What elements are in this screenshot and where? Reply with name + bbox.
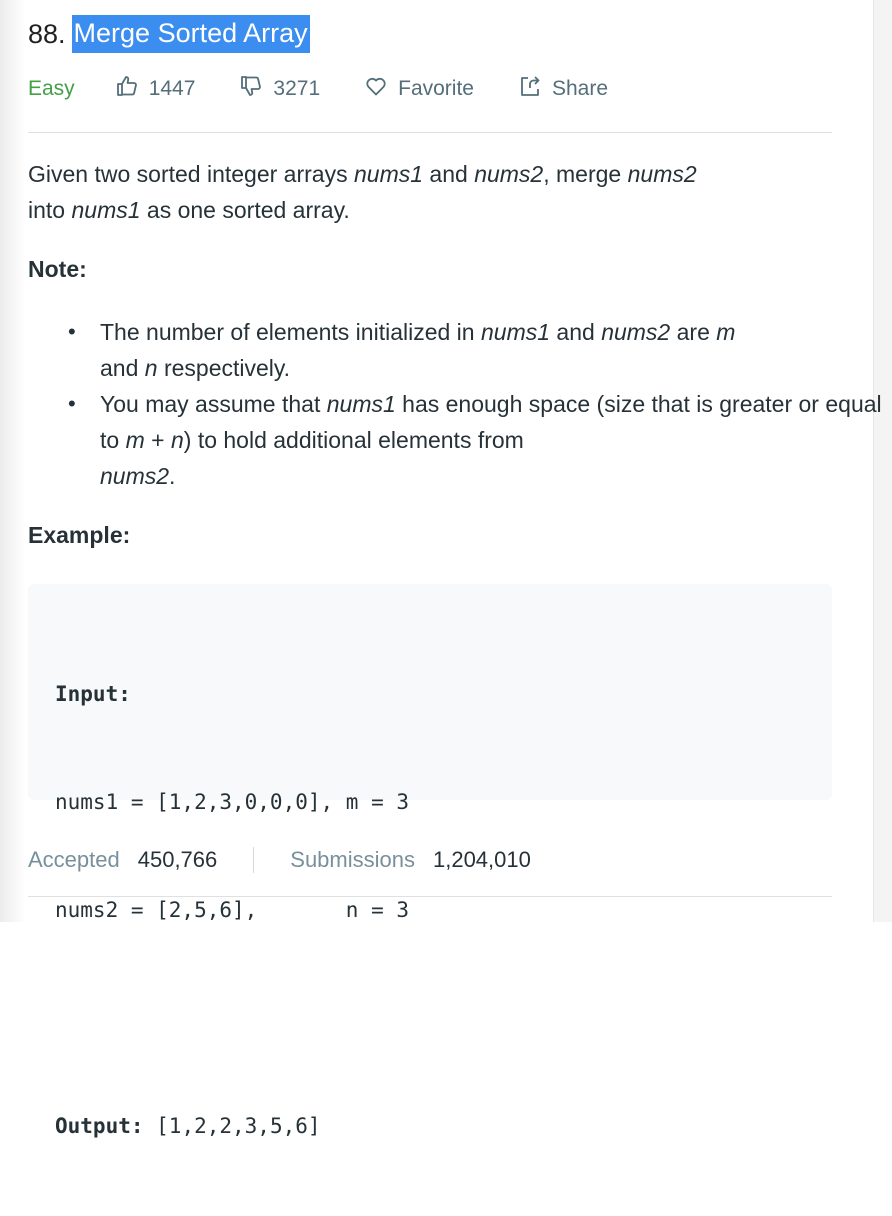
- note-text: You may assume that: [100, 391, 327, 417]
- note-text: are: [670, 319, 717, 345]
- note-text: The number of elements initialized in: [100, 319, 481, 345]
- note-text: respectively.: [157, 355, 291, 381]
- problem-title-text: Merge Sorted Array: [71, 15, 310, 53]
- var-nums2: nums2: [100, 463, 170, 489]
- problem-number: 88.: [28, 18, 66, 49]
- left-panel-edge: [0, 0, 26, 922]
- submission-stats: Accepted 450,766 Submissions 1,204,010: [28, 842, 531, 878]
- output-value: [1,2,2,3,5,6]: [143, 1114, 321, 1138]
- code-line-2: nums2 = [2,5,6], n = 3: [55, 898, 410, 922]
- stats-divider: [253, 847, 255, 873]
- note-text: ) to hold additional elements from: [183, 427, 524, 453]
- var-nums2: nums2: [627, 161, 697, 187]
- intro-text: , merge: [543, 161, 628, 187]
- note-text: and: [100, 355, 145, 381]
- intro-text: as one sorted array.: [140, 197, 350, 223]
- output-line: Output: [1,2,2,3,5,6]: [55, 1108, 409, 1144]
- share-label: Share: [551, 77, 609, 100]
- note-text: .: [169, 463, 176, 489]
- output-label: Output:: [55, 1114, 144, 1138]
- accepted-count: 450,766: [137, 847, 218, 872]
- heart-icon: [364, 74, 398, 104]
- like-button[interactable]: 1447: [115, 74, 196, 104]
- intro-text: Given two sorted integer arrays: [28, 161, 354, 187]
- share-icon: [518, 74, 552, 104]
- var-nums1: nums1: [480, 319, 551, 345]
- submissions-count: 1,204,010: [432, 847, 531, 872]
- var-m: m: [716, 319, 736, 345]
- problem-statement: Given two sorted integer arrays nums1 an…: [28, 156, 828, 228]
- problem-title: 88. Merge Sorted Array: [28, 14, 310, 54]
- note-list: The number of elements initialized in nu…: [28, 314, 892, 494]
- var-nums1: nums1: [353, 161, 424, 187]
- favorite-button[interactable]: Favorite: [364, 74, 474, 104]
- var-nums2: nums2: [474, 161, 544, 187]
- thumbs-down-icon: [239, 74, 273, 104]
- var-n: n: [170, 427, 184, 453]
- var-nums1: nums1: [326, 391, 396, 417]
- submissions-label: Submissions: [290, 847, 415, 872]
- like-count: 1447: [148, 77, 196, 100]
- example-heading: Example:: [28, 522, 131, 548]
- note-text: and: [550, 319, 602, 345]
- note-text: +: [144, 427, 171, 453]
- var-nums2: nums2: [601, 319, 671, 345]
- share-button[interactable]: Share: [518, 74, 608, 104]
- thumbs-up-icon: [115, 74, 149, 104]
- list-item: You may assume that nums1 has enough spa…: [68, 386, 892, 494]
- example-code-block: Input: nums1 = [1,2,3,0,0,0], m = 3 nums…: [28, 584, 832, 1138]
- var-nums1: nums1: [71, 197, 141, 223]
- var-n: n: [144, 355, 158, 381]
- meta-divider: [28, 132, 832, 133]
- list-item: The number of elements initialized in nu…: [68, 314, 892, 386]
- difficulty-badge: Easy: [28, 77, 75, 100]
- stats-bottom-divider: [28, 896, 832, 897]
- intro-text: into: [28, 197, 72, 223]
- code-line-1: nums1 = [1,2,3,0,0,0], m = 3: [55, 790, 410, 814]
- problem-meta-bar: Easy 1447 3271 Favorite Share: [28, 72, 652, 106]
- intro-text: and: [423, 161, 475, 187]
- accepted-label: Accepted: [28, 847, 120, 872]
- var-m: m: [125, 427, 145, 453]
- dislike-count: 3271: [273, 77, 321, 100]
- favorite-label: Favorite: [398, 77, 474, 100]
- dislike-button[interactable]: 3271: [239, 74, 320, 104]
- input-label: Input:: [55, 682, 131, 706]
- note-heading: Note:: [28, 256, 87, 282]
